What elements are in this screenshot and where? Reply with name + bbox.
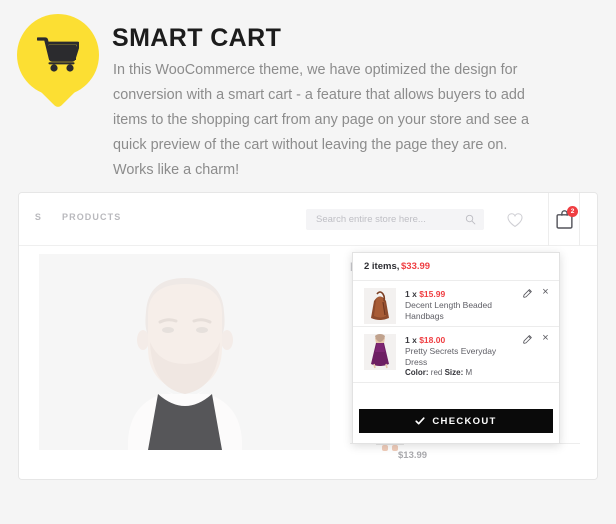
feature-title: SMART CART (112, 24, 282, 52)
cart-badge: 2 (567, 206, 578, 217)
mini-cart-item-price: $15.99 (419, 289, 446, 299)
mini-cart-item-qty: 1 x $18.00 (405, 335, 445, 345)
nav-item-clipped[interactable]: S (33, 212, 42, 222)
feature-description: In this WooCommerce theme, we have optim… (113, 62, 529, 178)
feature-pin (17, 14, 99, 114)
mini-cart-summary: 2 items, $33.99 (353, 253, 559, 281)
mini-cart-item: 1 x $18.00 Pretty Secrets Everyday Dress… (353, 327, 559, 383)
dress-thumbnail[interactable] (364, 334, 396, 370)
search-input[interactable]: Search entire store here... (306, 209, 484, 230)
checkout-label: CHECKOUT (432, 415, 497, 427)
heart-icon[interactable] (506, 211, 524, 229)
variant-label-color: Color: (405, 368, 429, 377)
variant-value-color: red (428, 368, 445, 377)
nav-item-products[interactable]: PRODUCTS (62, 212, 121, 222)
mini-cart-item-count: 2 items, (364, 261, 400, 272)
product-secondary-price: $13.99 (398, 450, 428, 461)
mini-cart-total: $33.99 (401, 261, 431, 272)
feature-block: SMART CART In this WooCommerce theme, we… (0, 0, 616, 182)
handbag-photo (364, 288, 396, 324)
mini-cart-item-variant: Color: red Size: M (405, 368, 472, 377)
model-photo (79, 254, 290, 450)
pencil-icon[interactable] (522, 334, 533, 345)
mini-cart-panel: 2 items, $33.99 1 x $15.99 Decent Length… (352, 252, 560, 444)
checkout-button[interactable]: CHECKOUT (359, 409, 553, 433)
cart-button[interactable]: 2 (548, 193, 580, 246)
variant-value-size: M (463, 368, 473, 377)
product-main-image[interactable] (39, 254, 330, 450)
mini-cart-item-price: $18.00 (419, 335, 446, 345)
pencil-icon[interactable] (522, 288, 533, 299)
store-nav: S PRODUCTS (33, 212, 121, 222)
shopping-cart-icon (37, 37, 79, 72)
search-icon[interactable] (465, 214, 476, 225)
dress-photo (364, 334, 396, 370)
variant-label-size: Size: (444, 368, 464, 377)
remove-item-icon[interactable]: × (540, 287, 551, 298)
mini-cart-item-qty: 1 x $15.99 (405, 289, 445, 299)
handbag-thumbnail[interactable] (364, 288, 396, 324)
mini-cart-item-name[interactable]: Pretty Secrets Everyday Dress (405, 346, 517, 368)
mini-cart-item-name[interactable]: Decent Length Beaded Handbags (405, 300, 517, 322)
check-icon (415, 417, 425, 425)
mini-cart-item: 1 x $15.99 Decent Length Beaded Handbags… (353, 281, 559, 327)
remove-item-icon[interactable]: × (540, 333, 551, 344)
qty-prefix: 1 x (405, 335, 420, 345)
qty-prefix: 1 x (405, 289, 420, 299)
search-placeholder: Search entire store here... (316, 214, 426, 225)
store-header: S PRODUCTS Search entire store here... 2 (19, 193, 597, 246)
